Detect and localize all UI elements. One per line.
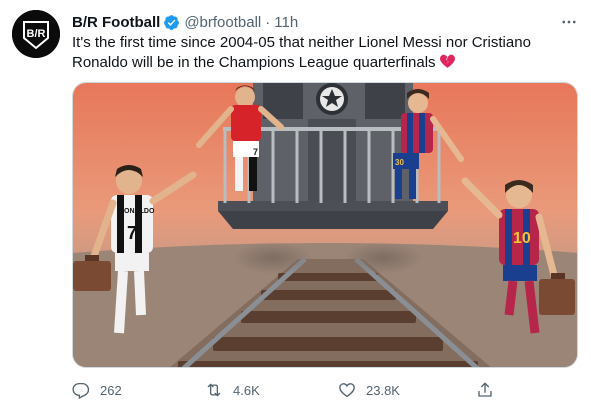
cartoon-illustration: 7 30 RONALDO 7 10 bbox=[73, 83, 577, 367]
verified-badge-icon bbox=[163, 14, 180, 31]
tweet[interactable]: B/R B/R Football @brfootball · 11h It's … bbox=[0, 0, 591, 408]
like-button[interactable]: 23.8K bbox=[338, 378, 400, 402]
tweet-header: B/R Football @brfootball · 11h bbox=[72, 12, 298, 32]
share-icon bbox=[478, 382, 492, 397]
separator-dot: · bbox=[265, 13, 271, 31]
ronaldo-name-on-shirt: RONALDO bbox=[119, 208, 155, 215]
handle[interactable]: @brfootball bbox=[184, 14, 261, 31]
reply-button[interactable]: 262 bbox=[72, 378, 122, 402]
heart-icon bbox=[339, 383, 355, 398]
reply-icon bbox=[72, 382, 90, 399]
tweet-actions: 262 4.6K 23.8K bbox=[72, 378, 572, 402]
retweet-button[interactable]: 4.6K bbox=[205, 378, 260, 402]
reply-count: 262 bbox=[100, 382, 122, 398]
avatar[interactable]: B/R bbox=[12, 10, 60, 58]
messi-right-number: 10 bbox=[513, 230, 531, 247]
tweet-text-container: It's the first time since 2004-05 that n… bbox=[72, 33, 572, 76]
timestamp[interactable]: 11h bbox=[274, 14, 298, 31]
tweet-text: It's the first time since 2004-05 that n… bbox=[72, 34, 531, 71]
avatar-logo-text: B/R bbox=[27, 28, 46, 40]
tweet-image[interactable]: 7 30 RONALDO 7 10 bbox=[72, 82, 578, 368]
more-icon[interactable] bbox=[559, 12, 579, 32]
display-name[interactable]: B/R Football bbox=[72, 14, 160, 31]
share-button[interactable] bbox=[476, 378, 494, 402]
ronaldo-train-number: 7 bbox=[253, 147, 258, 157]
ronaldo-left-number: 7 bbox=[127, 223, 137, 243]
retweet-icon bbox=[207, 383, 221, 397]
retweet-count: 4.6K bbox=[233, 382, 260, 398]
broken-heart-icon bbox=[439, 53, 456, 76]
br-logo-icon: B/R bbox=[12, 10, 60, 58]
messi-train-number: 30 bbox=[395, 158, 404, 167]
like-count: 23.8K bbox=[366, 382, 400, 398]
